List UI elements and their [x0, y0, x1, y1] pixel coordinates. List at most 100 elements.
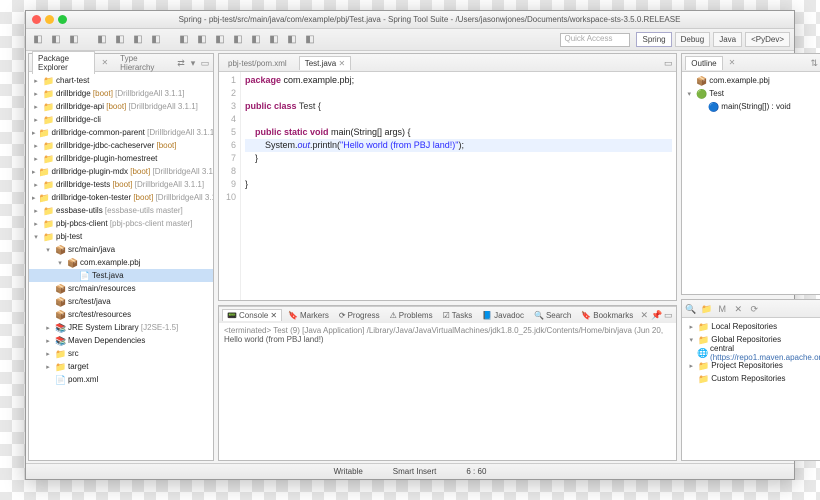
- tree-item[interactable]: ▸📁drillbridge-plugin-homestreet: [29, 152, 213, 165]
- status-mode: Writable: [334, 467, 363, 476]
- perspective-debug[interactable]: Debug: [675, 32, 711, 47]
- line-gutter: 12345678910: [219, 72, 241, 300]
- tree-item[interactable]: ▸📚Maven Dependencies: [29, 334, 213, 347]
- tree-item[interactable]: ▸📁drillbridge-common-parent [Drillbridge…: [29, 126, 213, 139]
- tree-item[interactable]: 📄pom.xml: [29, 373, 213, 386]
- tree-item[interactable]: ▸📁drillbridge-api [boot] [DrillbridgeAll…: [29, 100, 213, 113]
- minimize-dot[interactable]: [45, 15, 54, 24]
- tree-item[interactable]: 📦src/test/resources: [29, 308, 213, 321]
- tool-btn[interactable]: [248, 32, 264, 48]
- minimize-icon[interactable]: ▭: [663, 310, 673, 320]
- tree-item[interactable]: ▸📁essbase-utils [essbase-utils master]: [29, 204, 213, 217]
- tree-item[interactable]: ▾📦src/main/java: [29, 243, 213, 256]
- tab-progress[interactable]: ⟳ Progress: [335, 310, 384, 321]
- collapse-icon[interactable]: ⇄: [176, 58, 186, 68]
- tab-outline[interactable]: Outline: [685, 56, 722, 70]
- titlebar: Spring - pbj-test/src/main/java/com/exam…: [26, 11, 794, 29]
- tab-console[interactable]: 📟 Console ✕: [222, 309, 282, 321]
- outline-tabs: Outline ✕ ⇅ ▾ ▭: [682, 54, 820, 72]
- tab-tasks[interactable]: ☑ Tasks: [439, 310, 477, 321]
- tab-markers[interactable]: 🔖 Markers: [284, 310, 333, 321]
- tool-btn[interactable]: [284, 32, 300, 48]
- tree-item[interactable]: ▸📁drillbridge-plugin-mdx [boot] [Drillbr…: [29, 165, 213, 178]
- outline-tree[interactable]: 📦com.example.pbj▾🟢Test🔵main(String[]) : …: [682, 72, 820, 294]
- perspective-spring[interactable]: Spring: [636, 32, 671, 47]
- sort-icon[interactable]: ⇅: [809, 58, 819, 68]
- repo-icon[interactable]: 📁: [701, 304, 711, 314]
- tree-item[interactable]: ▸📁drillbridge [boot] [DrillbridgeAll 3.1…: [29, 87, 213, 100]
- repo-item[interactable]: 📁Custom Repositories: [684, 372, 820, 385]
- tab-type-hierarchy[interactable]: Type Hierarchy: [114, 51, 170, 74]
- console-pin-icon[interactable]: 📌: [651, 310, 661, 320]
- perspective-java[interactable]: Java: [713, 32, 742, 47]
- outline-item[interactable]: 📦com.example.pbj: [682, 74, 820, 87]
- minimize-icon[interactable]: ▭: [200, 58, 210, 68]
- console-line: Hello world (from PBJ land!): [224, 335, 671, 344]
- zoom-dot[interactable]: [58, 15, 67, 24]
- tree-item[interactable]: 📦src/main/resources: [29, 282, 213, 295]
- tool-btn[interactable]: [94, 32, 110, 48]
- tree-item[interactable]: ▸📁pbj-pbcs-client [pbj-pbcs-client maste…: [29, 217, 213, 230]
- tree-item[interactable]: ▸📁drillbridge-tests [boot] [DrillbridgeA…: [29, 178, 213, 191]
- tool-btn[interactable]: [302, 32, 318, 48]
- editor-tab-test[interactable]: Test.java ✕: [299, 56, 352, 70]
- code-area[interactable]: package com.example.pbj; public class Te…: [241, 72, 676, 300]
- perspective-pydev[interactable]: <PyDev>: [745, 32, 790, 47]
- console-header: <terminated> Test (9) [Java Application]…: [224, 326, 671, 335]
- repo-item[interactable]: 🌐central (https://repo1.maven.apache.org…: [684, 346, 820, 359]
- console-clear-icon[interactable]: ✕: [639, 310, 649, 320]
- tool-btn[interactable]: [48, 32, 64, 48]
- repos-toolbar: 🔍 📁 M ✕ ⟳ ▭: [682, 300, 820, 318]
- tab-bookmarks[interactable]: 🔖 Bookmarks: [577, 310, 637, 321]
- tree-item[interactable]: ▸📁drillbridge-cli: [29, 113, 213, 126]
- package-explorer-tabs: Package Explorer ✕ Type Hierarchy ⇄ ▾ ▭: [29, 54, 213, 72]
- tree-item[interactable]: ▸📁src: [29, 347, 213, 360]
- repo-icon[interactable]: ⟳: [749, 304, 759, 314]
- editor-tab-pom[interactable]: pbj-test/pom.xml: [222, 56, 293, 70]
- tree-item[interactable]: ▸📁drillbridge-jdbc-cacheserver [boot]: [29, 139, 213, 152]
- maven-repos[interactable]: ▸📁Local Repositories▾📁Global Repositorie…: [682, 318, 820, 460]
- tab-search[interactable]: 🔍 Search: [530, 310, 575, 321]
- tool-btn[interactable]: [176, 32, 192, 48]
- tree-item[interactable]: 📦src/test/java: [29, 295, 213, 308]
- tool-btn[interactable]: [66, 32, 82, 48]
- maximize-icon[interactable]: ▭: [663, 58, 673, 68]
- tool-btn[interactable]: [148, 32, 164, 48]
- tool-btn[interactable]: [194, 32, 210, 48]
- tool-btn[interactable]: [212, 32, 228, 48]
- tree-item[interactable]: ▾📦com.example.pbj: [29, 256, 213, 269]
- outline-item[interactable]: 🔵main(String[]) : void: [682, 100, 820, 113]
- package-explorer-tree[interactable]: ▸📁chart-test▸📁drillbridge [boot] [Drillb…: [29, 72, 213, 460]
- main-toolbar: Quick Access Spring Debug Java <PyDev>: [26, 29, 794, 51]
- repo-icon[interactable]: M: [717, 304, 727, 314]
- tool-btn[interactable]: [230, 32, 246, 48]
- window-title: Spring - pbj-test/src/main/java/com/exam…: [71, 15, 788, 24]
- editor-tabs: pbj-test/pom.xml Test.java ✕ ▭: [219, 54, 676, 72]
- tree-item[interactable]: ▾📁pbj-test: [29, 230, 213, 243]
- view-menu-icon[interactable]: ▾: [188, 58, 198, 68]
- repo-icon[interactable]: ✕: [733, 304, 743, 314]
- outline-item[interactable]: ▾🟢Test: [682, 87, 820, 100]
- tool-btn[interactable]: [112, 32, 128, 48]
- repo-item[interactable]: ▸📁Local Repositories: [684, 320, 820, 333]
- bottom-views: 📟 Console ✕ 🔖 Markers ⟳ Progress ⚠ Probl…: [219, 306, 676, 323]
- tab-problems[interactable]: ⚠ Problems: [386, 310, 437, 321]
- tree-item[interactable]: 📄Test.java: [29, 269, 213, 282]
- tree-item[interactable]: ▸📁target: [29, 360, 213, 373]
- repo-icon[interactable]: 🔍: [685, 304, 695, 314]
- status-insert: Smart Insert: [393, 467, 437, 476]
- code-editor[interactable]: 12345678910 package com.example.pbj; pub…: [219, 72, 676, 300]
- tool-btn[interactable]: [266, 32, 282, 48]
- tree-item[interactable]: ▸📚JRE System Library [J2SE-1.5]: [29, 321, 213, 334]
- console-output[interactable]: <terminated> Test (9) [Java Application]…: [219, 323, 676, 460]
- tree-item[interactable]: ▸📁chart-test: [29, 74, 213, 87]
- tab-javadoc[interactable]: 📘 Javadoc: [478, 310, 528, 321]
- tree-item[interactable]: ▸📁drillbridge-token-tester [boot] [Drill…: [29, 191, 213, 204]
- tool-btn[interactable]: [30, 32, 46, 48]
- quick-access-input[interactable]: Quick Access: [560, 33, 630, 47]
- app-window: Spring - pbj-test/src/main/java/com/exam…: [25, 10, 795, 480]
- tool-btn[interactable]: [130, 32, 146, 48]
- close-dot[interactable]: [32, 15, 41, 24]
- tab-package-explorer[interactable]: Package Explorer: [32, 51, 95, 74]
- perspective-switcher: Spring Debug Java <PyDev>: [636, 32, 790, 47]
